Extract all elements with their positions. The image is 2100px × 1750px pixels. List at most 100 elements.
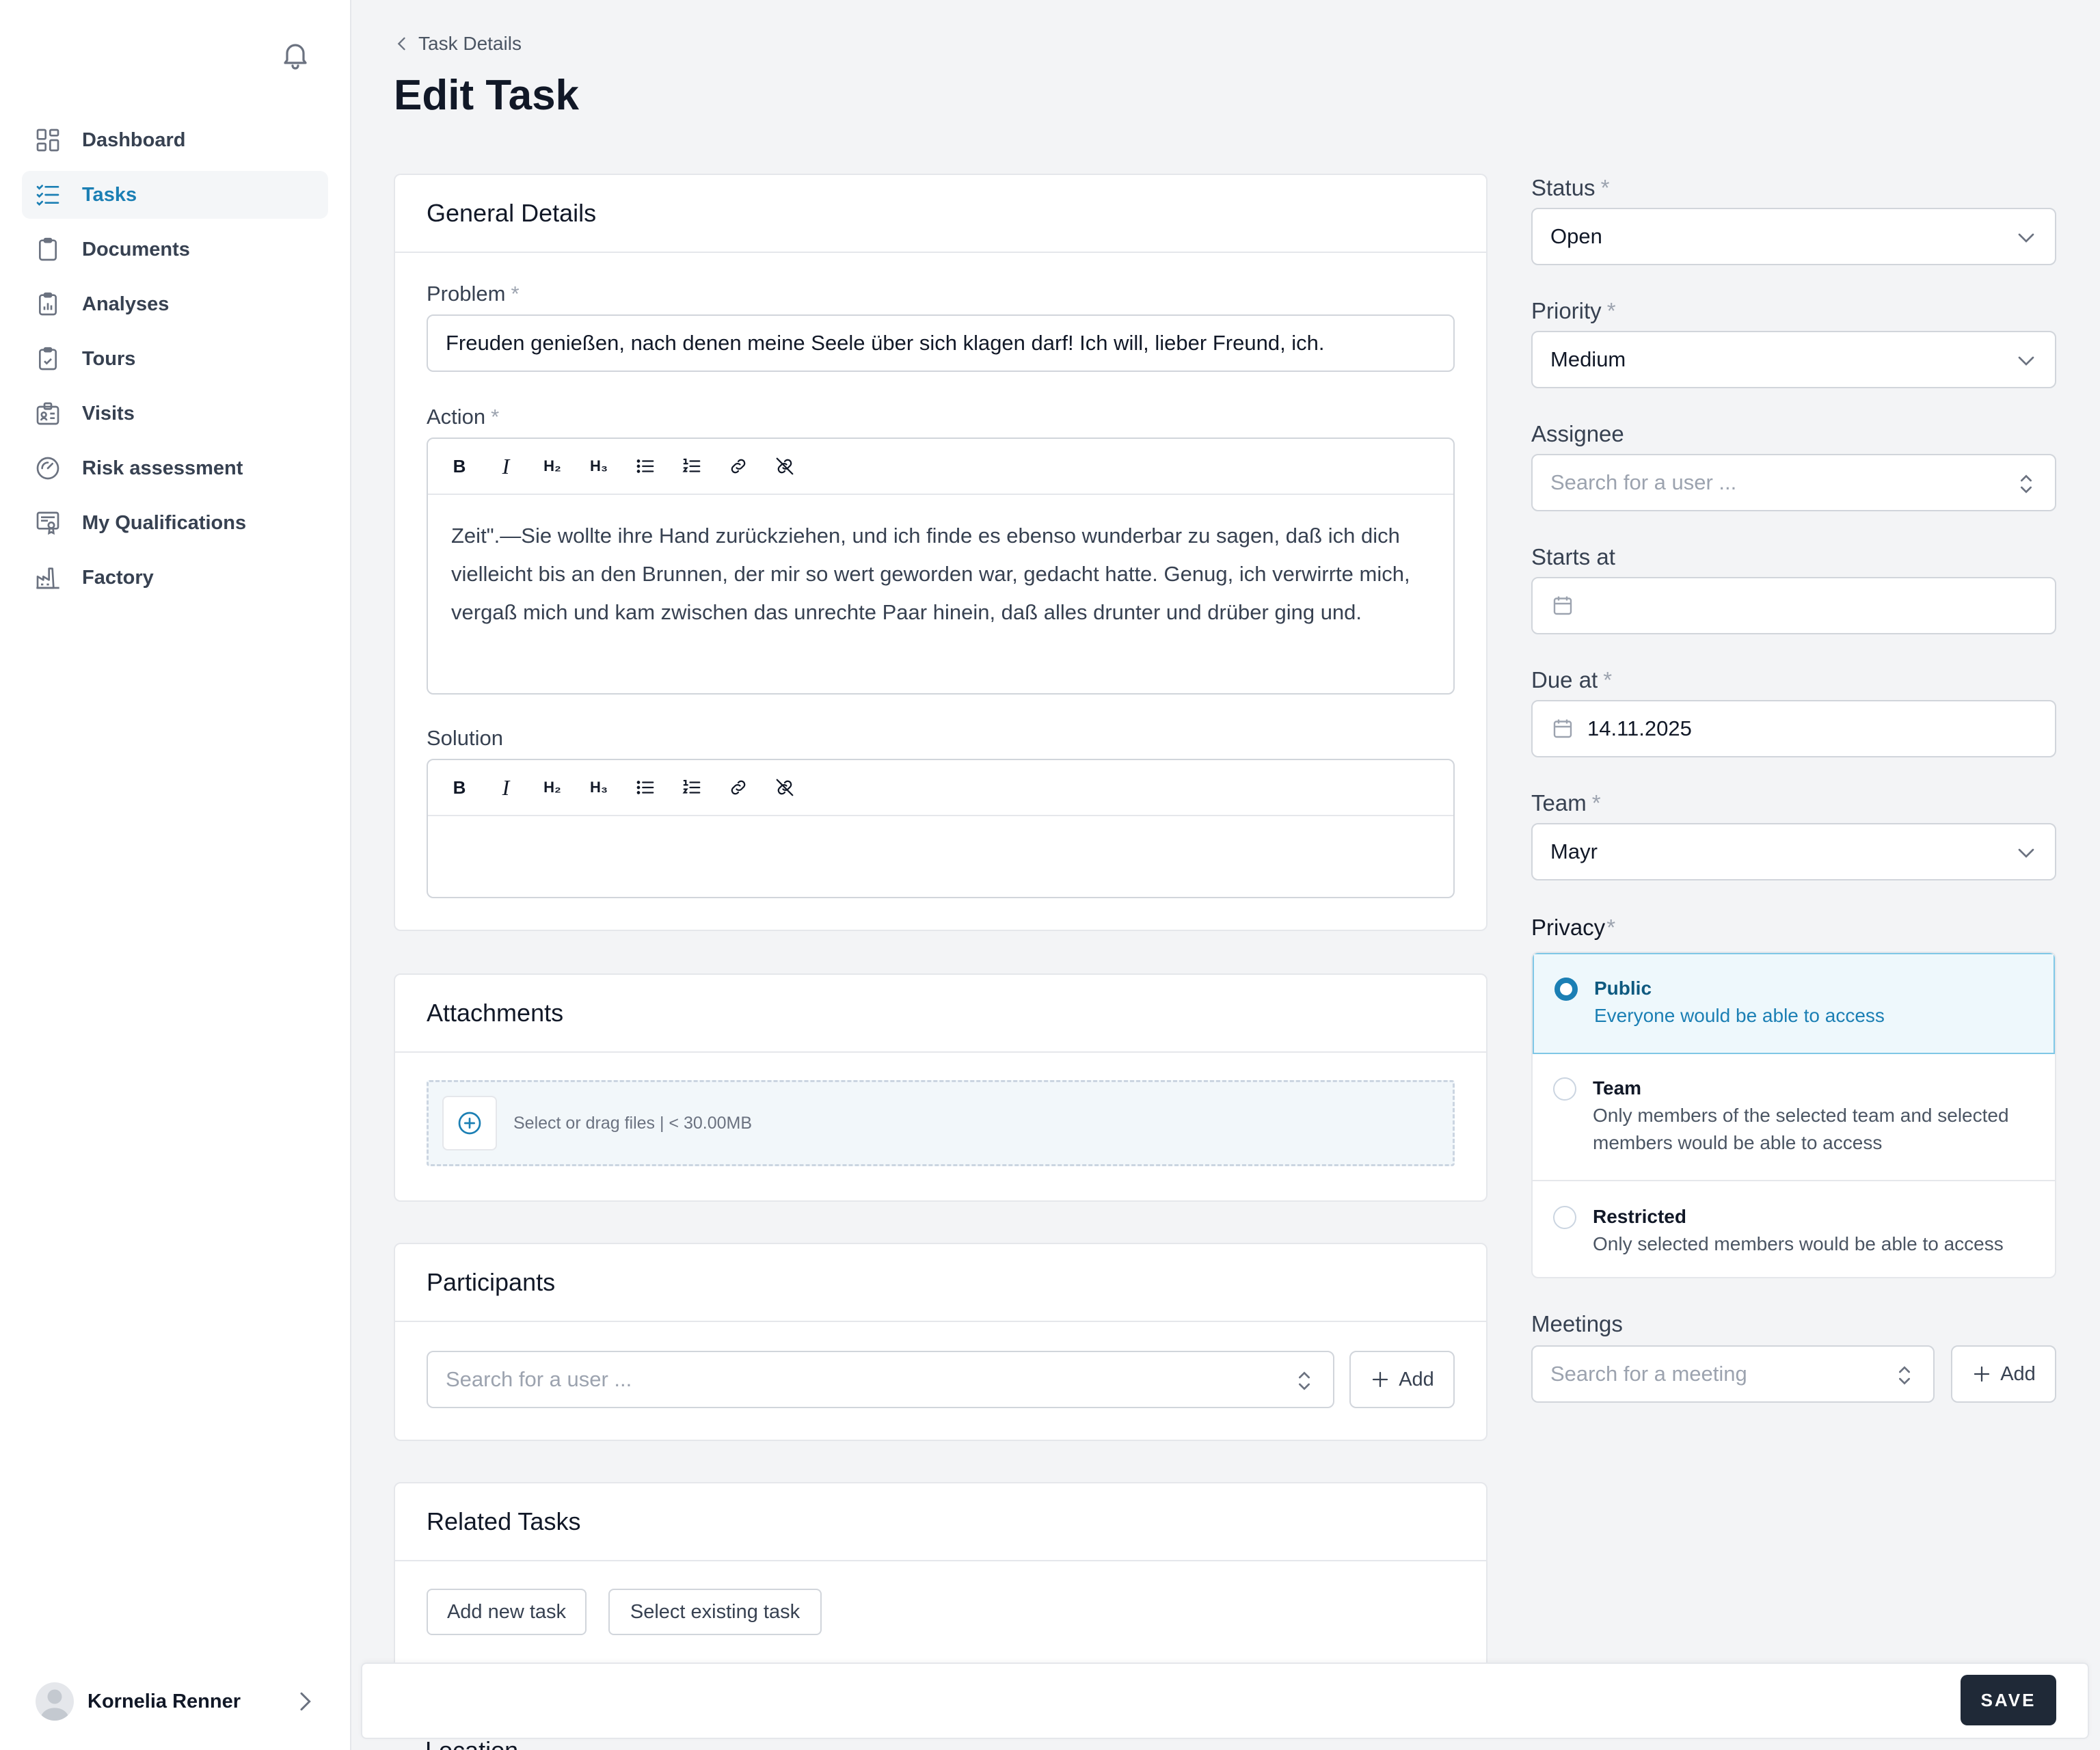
tasks-icon [34, 181, 62, 208]
privacy-label: Privacy* [1531, 915, 1615, 941]
sidebar-item-dashboard[interactable]: Dashboard [22, 116, 328, 164]
card-title: Related Tasks [427, 1507, 581, 1535]
problem-label: Problem * [427, 282, 520, 306]
link-icon[interactable] [723, 772, 753, 803]
meeting-search-select[interactable]: Search for a meeting [1531, 1345, 1935, 1403]
chevron-left-icon [392, 34, 412, 53]
notification-bell-icon[interactable] [279, 38, 312, 71]
user-menu[interactable]: Kornelia Renner [22, 1678, 328, 1725]
add-meeting-label: Add [2000, 1362, 2036, 1385]
link-icon[interactable] [723, 451, 753, 481]
privacy-label-text: Privacy [1531, 915, 1606, 940]
sidebar-item-my-qualifications[interactable]: My Qualifications [22, 499, 328, 547]
breadcrumb-label: Task Details [418, 33, 522, 54]
bullet-list-icon[interactable] [630, 451, 660, 481]
avatar [36, 1682, 74, 1721]
participant-search-placeholder: Search for a user ... [446, 1367, 632, 1391]
heading3-button[interactable]: H₃ [584, 772, 614, 803]
sidebar-nav: Dashboard Tasks Documents Analyses Tours [22, 116, 328, 608]
status-label-text: Status [1531, 175, 1596, 200]
priority-select[interactable]: Medium [1531, 331, 2056, 388]
italic-button[interactable]: I [491, 451, 521, 481]
privacy-option-team[interactable]: Team Only members of the selected team a… [1533, 1054, 2055, 1181]
privacy-option-desc: Only members of the selected team and se… [1593, 1105, 2009, 1153]
solution-label: Solution [427, 726, 503, 751]
required-mark: * [1600, 175, 1610, 200]
bold-button[interactable]: B [444, 451, 474, 481]
sidebar-item-label: Documents [82, 238, 190, 260]
italic-button[interactable]: I [491, 772, 521, 803]
participants-card: Participants Search for a user ... Add [394, 1243, 1488, 1441]
card-header: General Details [395, 175, 1486, 253]
unlink-icon[interactable] [770, 451, 800, 481]
ordered-list-icon[interactable] [677, 451, 707, 481]
starts-at-date-input[interactable] [1531, 577, 2056, 634]
priority-value: Medium [1550, 347, 1626, 371]
due-at-value: 14.11.2025 [1587, 716, 1692, 740]
dashboard-icon [34, 126, 62, 154]
breadcrumb[interactable]: Task Details [392, 33, 522, 55]
save-button[interactable]: SAVE [1961, 1675, 2056, 1725]
add-new-task-button[interactable]: Add new task [427, 1589, 587, 1635]
file-dropzone[interactable]: Select or drag files | < 30.00MB [427, 1080, 1455, 1166]
required-mark: * [1606, 915, 1616, 940]
chart-clipboard-icon [34, 291, 62, 318]
problem-input[interactable]: Freuden genießen, nach denen meine Seele… [427, 314, 1455, 372]
required-mark: * [491, 405, 500, 429]
sidebar-item-label: Risk assessment [82, 457, 243, 479]
assignee-search-select[interactable]: Search for a user ... [1531, 454, 2056, 511]
card-header: Related Tasks [395, 1483, 1486, 1561]
sidebar-item-visits[interactable]: Visits [22, 390, 328, 438]
card-title: General Details [427, 199, 597, 227]
privacy-option-restricted[interactable]: Restricted Only selected members would b… [1533, 1181, 2055, 1277]
dropzone-text: Select or drag files | < 30.00MB [513, 1113, 753, 1133]
assignee-placeholder: Search for a user ... [1550, 470, 1737, 494]
add-meeting-button[interactable]: Add [1951, 1345, 2056, 1403]
solution-editor[interactable]: B I H₂ H₃ [427, 759, 1455, 898]
solution-editor-toolbar: B I H₂ H₃ [428, 760, 1453, 816]
action-editor[interactable]: B I H₂ H₃ Zeit".—Sie wollte ihre Hand zu… [427, 438, 1455, 695]
required-mark: * [511, 282, 520, 306]
sidebar-item-factory[interactable]: Factory [22, 554, 328, 602]
bold-button[interactable]: B [444, 772, 474, 803]
sidebar-item-tasks[interactable]: Tasks [22, 171, 328, 219]
due-at-label-text: Due at [1531, 667, 1598, 692]
add-participant-button[interactable]: Add [1349, 1351, 1455, 1408]
team-value: Mayr [1550, 839, 1598, 863]
heading2-button[interactable]: H₂ [537, 451, 567, 481]
user-name: Kornelia Renner [88, 1690, 241, 1712]
sidebar-item-documents[interactable]: Documents [22, 226, 328, 273]
select-existing-task-button[interactable]: Select existing task [608, 1589, 822, 1635]
chevron-down-icon [2012, 347, 2040, 375]
sidebar-item-label: Visits [82, 402, 135, 425]
sidebar: Dashboard Tasks Documents Analyses Tours [0, 0, 351, 1750]
clipboard-icon [34, 236, 62, 263]
participant-search-select[interactable]: Search for a user ... [427, 1351, 1334, 1408]
sidebar-item-risk-assessment[interactable]: Risk assessment [22, 444, 328, 492]
required-mark: * [1606, 298, 1616, 323]
radio-unselected-icon [1553, 1077, 1576, 1101]
status-select[interactable]: Open [1531, 208, 2056, 265]
sidebar-item-label: Factory [82, 566, 154, 589]
sidebar-item-tours[interactable]: Tours [22, 335, 328, 383]
sidebar-item-analyses[interactable]: Analyses [22, 280, 328, 328]
plus-icon [1971, 1364, 1992, 1384]
card-header: Participants [395, 1244, 1486, 1322]
radio-selected-icon [1554, 978, 1578, 1001]
team-select[interactable]: Mayr [1531, 823, 2056, 880]
ordered-list-icon[interactable] [677, 772, 707, 803]
heading2-button[interactable]: H₂ [537, 772, 567, 803]
card-title: Attachments [427, 999, 564, 1027]
due-at-date-input[interactable]: 14.11.2025 [1531, 700, 2056, 757]
privacy-option-public[interactable]: Public Everyone would be able to access [1533, 953, 2055, 1054]
unlink-icon[interactable] [770, 772, 800, 803]
bullet-list-icon[interactable] [630, 772, 660, 803]
problem-label-text: Problem [427, 282, 506, 306]
action-label-text: Action [427, 405, 486, 429]
team-label: Team * [1531, 790, 1601, 816]
meetings-label: Meetings [1531, 1311, 1623, 1337]
privacy-option-title: Team [1593, 1077, 1642, 1099]
solution-editor-content [428, 816, 1453, 860]
heading3-button[interactable]: H₃ [584, 451, 614, 481]
action-label: Action * [427, 405, 499, 429]
